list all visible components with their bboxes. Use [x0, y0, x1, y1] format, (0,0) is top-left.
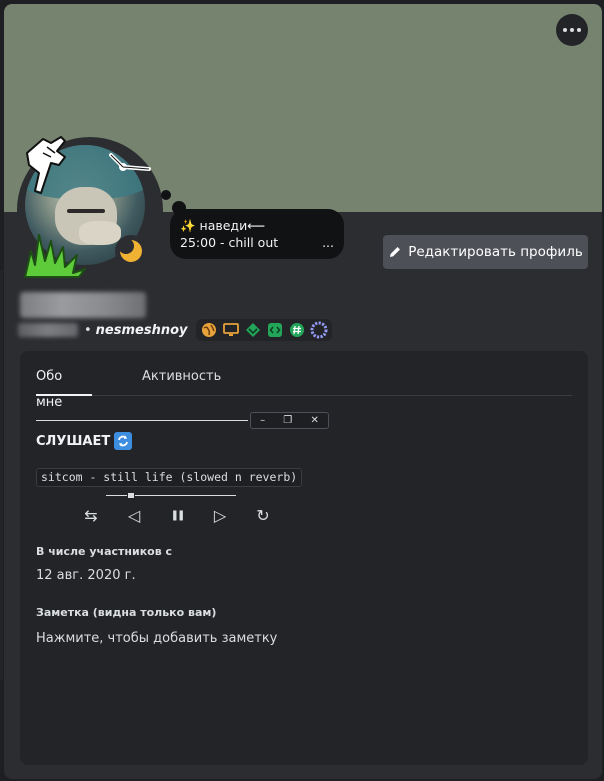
member-since-title: В числе участников с [36, 545, 173, 558]
listening-label: СЛУШАЕТ [36, 433, 111, 449]
decorative-line [36, 420, 248, 421]
clock-hands-icon [109, 153, 151, 171]
more-options-button[interactable] [556, 14, 588, 46]
background-edge [0, 270, 3, 680]
avatar-container[interactable] [17, 136, 163, 283]
shuffle-icon: ⇆ [84, 505, 98, 525]
code-icon[interactable] [266, 321, 284, 339]
tab-activity[interactable]: Активность [142, 364, 221, 396]
monitor-icon[interactable] [222, 321, 240, 339]
window-controls-decoration: – ❐ ✕ [250, 412, 329, 429]
profile-tabs: Обо мне Активность [36, 364, 572, 410]
display-name-redacted [20, 292, 146, 318]
status-bubble-dot [161, 190, 171, 200]
profile-popout: ✨ наведи⟵ 25:00 - chill out ... Редактир… [4, 4, 602, 779]
badge-list [195, 319, 332, 341]
progress-bar [106, 495, 236, 496]
gear-ring-icon[interactable] [310, 321, 328, 339]
custom-status-bubble[interactable]: ✨ наведи⟵ 25:00 - chill out ... [170, 209, 344, 259]
separator-dot: • [84, 322, 92, 338]
grass-icon [24, 234, 86, 278]
globe-icon[interactable] [200, 321, 218, 339]
about-panel: Обо мне Активность – ❐ ✕ СЛУШАЕТ sitcom … [20, 351, 588, 765]
ellipsis-icon [563, 28, 567, 32]
user-row: • nesmeshnoy [18, 319, 332, 341]
maximize-glyph: ❐ [283, 415, 293, 426]
repeat-loop-icon: ↻ [256, 505, 270, 525]
note-input[interactable]: Нажмите, чтобы добавить заметку [36, 631, 336, 646]
crescent-moon-icon [115, 235, 147, 267]
hashtag-icon[interactable] [288, 321, 306, 339]
pause-icon: ❚❚ [170, 509, 186, 521]
pronouns-handle: nesmeshnoy [95, 322, 188, 338]
player-controls: ⇆ ◁ ❚❚ ▷ ↻ [82, 505, 272, 525]
username-redacted [18, 323, 78, 337]
track-title: sitcom - still life (slowed n reverb) [36, 468, 303, 487]
edit-profile-label: Редактировать профиль [408, 244, 583, 260]
repeat-icon [114, 432, 133, 450]
pencil-icon [390, 247, 401, 257]
tab-about[interactable]: Обо мне [36, 364, 92, 410]
minimize-glyph: – [260, 415, 266, 426]
note-title: Заметка (видна только вам) [36, 606, 217, 619]
progress-knob [126, 492, 135, 499]
previous-icon: ◁ [127, 505, 141, 525]
member-since-value: 12 авг. 2020 г. [36, 568, 136, 583]
pointing-hand-icon [26, 136, 66, 194]
next-icon: ▷ [213, 505, 227, 525]
gem-icon[interactable] [244, 321, 262, 339]
listening-heading: СЛУШАЕТ [36, 432, 133, 450]
close-glyph: ✕ [310, 415, 319, 426]
custom-status-more[interactable]: ... [322, 234, 334, 251]
edit-profile-button[interactable]: Редактировать профиль [383, 235, 588, 269]
custom-status-line2: 25:00 - chill out [180, 235, 279, 250]
custom-status-line1: ✨ наведи⟵ [180, 218, 266, 233]
